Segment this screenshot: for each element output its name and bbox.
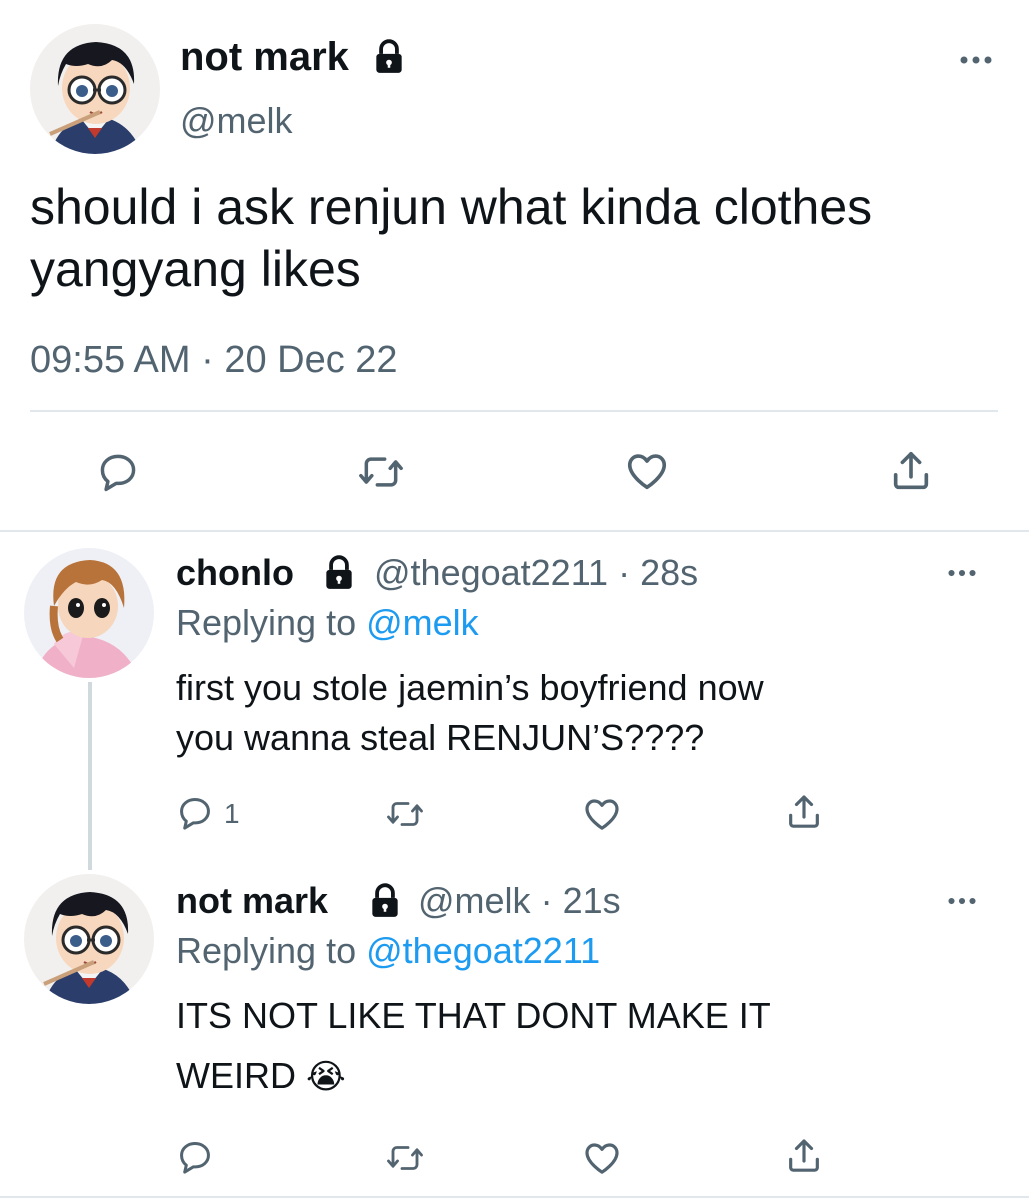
main-display-name[interactable]: not mark [180, 34, 349, 80]
main-timestamp: 09:55 AM · 20 Dec 22 [30, 338, 398, 382]
retweet-icon[interactable] [356, 450, 406, 494]
anime-boy-glasses-avatar-icon [24, 874, 154, 1004]
more-options-icon[interactable] [946, 566, 978, 580]
main-handle[interactable]: @melk [180, 100, 293, 142]
reply-icon[interactable] [176, 1138, 214, 1176]
more-options-icon[interactable] [958, 52, 994, 68]
timestamp-separator: · [201, 339, 214, 381]
reply1-header: chonlo [176, 552, 294, 594]
tweet-date[interactable]: 20 Dec 22 [224, 339, 397, 381]
reply-icon[interactable] [176, 794, 214, 832]
main-tweet-text-line2: yangyang likes [30, 241, 361, 297]
reply1-handle[interactable]: @thegoat2211 [374, 552, 608, 593]
retweet-icon[interactable] [384, 1140, 426, 1176]
crying-emoji: 😭 [306, 1058, 346, 1096]
reply2-text-line2-wrap: WEIRD 😭 [176, 1054, 346, 1099]
replying-to-label: Replying to [176, 930, 357, 971]
tweet-time[interactable]: 09:55 AM [30, 339, 191, 381]
like-icon[interactable] [624, 448, 670, 494]
divider [0, 1196, 1029, 1198]
anime-boy-glasses-avatar-icon [30, 24, 160, 154]
reply2-meta: @melk · 21s [418, 880, 621, 922]
replying-to-label: Replying to [176, 602, 357, 643]
replying-to-handle[interactable]: @melk [366, 602, 479, 643]
lock-icon [320, 554, 358, 592]
divider [0, 530, 1029, 532]
reply-icon[interactable] [96, 450, 140, 494]
reply1-age[interactable]: · 28s [618, 552, 698, 593]
reply1-text-line2: you wanna steal RENJUN’S???? [176, 717, 705, 758]
reply1-replying-to: Replying to @melk [176, 602, 479, 644]
like-icon[interactable] [582, 794, 622, 834]
reply1-text-line1: first you stole jaemin’s boyfriend now [176, 667, 764, 708]
main-tweet-text-line1: should i ask renjun what kinda clothes [30, 179, 873, 235]
divider [30, 410, 998, 412]
share-icon[interactable] [784, 1136, 824, 1176]
reply2-replying-to: Replying to @thegoat2211 [176, 930, 600, 972]
thread-line [88, 682, 92, 870]
share-icon[interactable] [888, 448, 934, 494]
share-icon[interactable] [784, 792, 824, 832]
reply1-display-name[interactable]: chonlo [176, 552, 294, 593]
lock-icon [370, 38, 408, 76]
reply2-text-line1: ITS NOT LIKE THAT DONT MAKE IT [176, 995, 771, 1036]
reply2-avatar[interactable] [24, 874, 154, 1004]
anime-girl-avatar-icon [24, 548, 154, 678]
reply1-avatar[interactable] [24, 548, 154, 678]
retweet-icon[interactable] [384, 796, 426, 832]
reply-count: 1 [224, 798, 240, 829]
reply2-display-name[interactable]: not mark [176, 880, 328, 922]
reply2-text-line2: WEIRD [176, 1055, 296, 1096]
reply2-handle[interactable]: @melk [418, 880, 531, 921]
lock-icon [366, 882, 404, 920]
like-icon[interactable] [582, 1138, 622, 1178]
reply2-age[interactable]: · 21s [541, 880, 621, 921]
main-avatar[interactable] [30, 24, 160, 154]
replying-to-handle[interactable]: @thegoat2211 [366, 930, 600, 971]
more-options-icon[interactable] [946, 894, 978, 908]
reply1-meta: @thegoat2211 · 28s [374, 552, 698, 594]
